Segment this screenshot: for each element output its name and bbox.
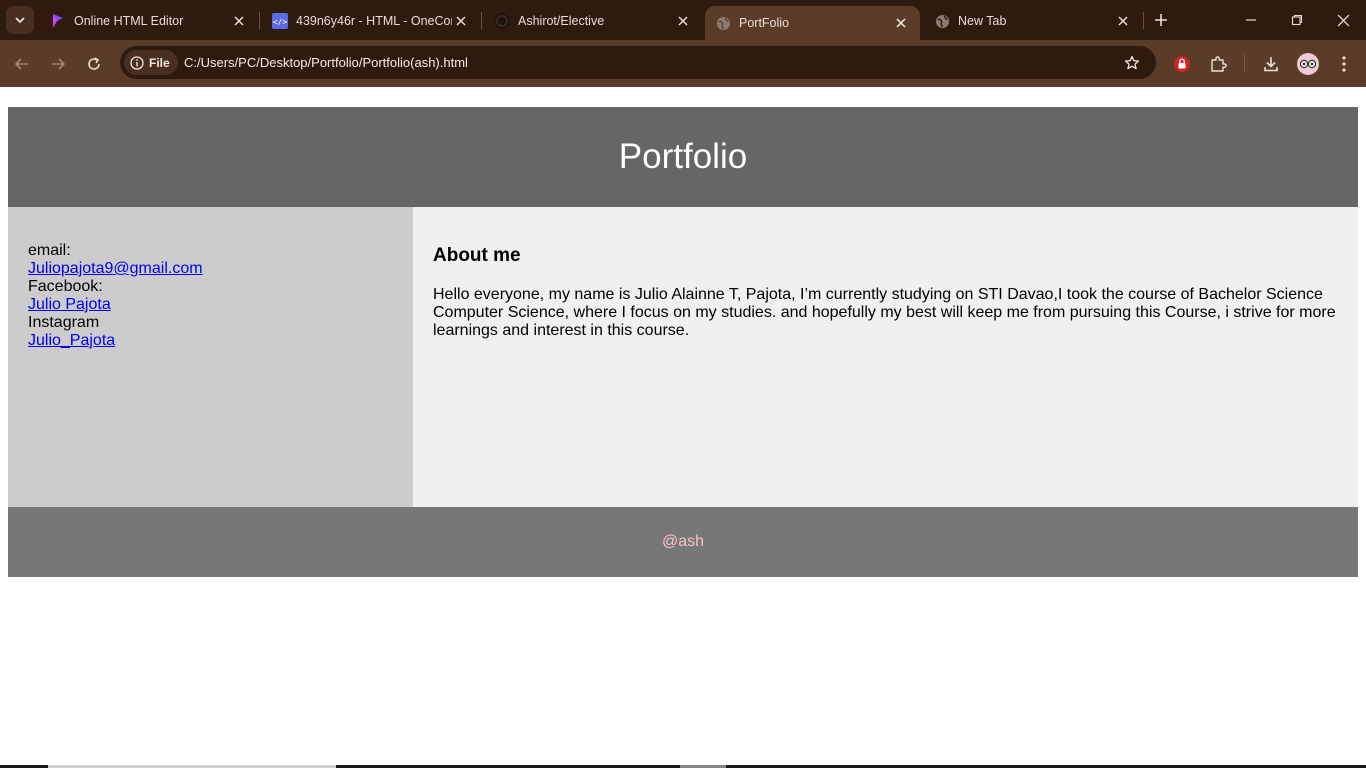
tab-divider — [1143, 12, 1144, 29]
close-icon[interactable] — [452, 12, 470, 30]
tab-new-tab[interactable]: New Tab — [928, 6, 1138, 36]
tab-title: 439n6y46r - HTML - OneCompiler — [296, 14, 452, 28]
tab-title: Ashirot/Elective — [518, 14, 605, 28]
url-text[interactable]: C:/Users/PC/Desktop/Portfolio/Portfolio(… — [184, 55, 468, 70]
onecompiler-icon: </> — [272, 13, 288, 29]
extension-lock-button[interactable] — [1170, 52, 1194, 76]
toolbar-divider — [1244, 54, 1245, 72]
more-vertical-icon — [1342, 56, 1346, 72]
glasses-avatar-icon — [1299, 59, 1317, 69]
page-title: Portfolio — [618, 137, 748, 176]
globe-icon — [934, 13, 950, 29]
page-footer: @ash — [8, 507, 1358, 577]
tab-search-button[interactable] — [6, 6, 34, 34]
tab-title: New Tab — [958, 14, 1007, 28]
email-link[interactable]: Juliopajota9@gmail.com — [28, 260, 393, 278]
github-icon — [494, 13, 510, 29]
extensions-button[interactable] — [1206, 52, 1230, 76]
close-icon[interactable] — [892, 14, 910, 32]
restore-icon — [1291, 14, 1303, 26]
about-section: About me Hello everyone, my name is Juli… — [413, 207, 1358, 507]
star-icon — [1124, 55, 1140, 70]
arrow-left-icon — [14, 58, 28, 70]
arrow-right-icon — [52, 58, 66, 70]
downloads-button[interactable] — [1259, 52, 1283, 76]
svg-text:</>: </> — [273, 18, 288, 27]
close-window-button[interactable] — [1331, 8, 1355, 32]
tab-title: PortFolio — [739, 16, 790, 30]
back-button[interactable] — [10, 52, 34, 76]
page-body: email: Juliopajota9@gmail.com Facebook: … — [8, 207, 1358, 507]
portfolio-page: Portfolio email: Juliopajota9@gmail.com … — [8, 107, 1358, 577]
contact-sidebar: email: Juliopajota9@gmail.com Facebook: … — [8, 207, 413, 507]
tab-github-elective[interactable]: Ashirot/Elective — [488, 6, 698, 36]
close-icon[interactable] — [674, 12, 692, 30]
profile-button[interactable] — [1296, 52, 1320, 76]
address-bar[interactable]: File C:/Users/PC/Desktop/Portfolio/Portf… — [120, 46, 1156, 79]
tab-onecompiler[interactable]: </> 439n6y46r - HTML - OneCompiler — [266, 6, 476, 36]
browser-menu-button[interactable] — [1332, 52, 1356, 76]
facebook-label: Facebook: — [28, 278, 103, 295]
playcode-icon — [50, 13, 66, 29]
bookmark-button[interactable] — [1122, 53, 1142, 73]
download-icon — [1264, 57, 1278, 72]
reload-button[interactable] — [82, 52, 106, 76]
about-heading: About me — [433, 245, 521, 266]
tab-title: Online HTML Editor — [74, 14, 184, 28]
footer-text: @ash — [661, 533, 705, 550]
tab-portfolio[interactable]: PortFolio — [705, 6, 920, 40]
close-icon[interactable] — [230, 12, 248, 30]
tab-online-html-editor[interactable]: Online HTML Editor — [44, 6, 254, 36]
about-text: Hello everyone, my name is Julio Alainne… — [433, 286, 1336, 339]
globe-icon — [715, 15, 731, 31]
minimize-button[interactable] — [1239, 8, 1263, 32]
close-icon[interactable] — [1114, 12, 1132, 30]
new-tab-button[interactable] — [1151, 10, 1171, 30]
tab-strip: Online HTML Editor </> 439n6y46r - HTML … — [0, 0, 1366, 40]
tab-divider — [481, 12, 482, 29]
page-header: Portfolio — [8, 107, 1358, 207]
reload-icon — [88, 57, 100, 70]
site-info-chip[interactable]: File — [124, 50, 178, 75]
instagram-link[interactable]: Julio_Pajota — [28, 332, 393, 350]
browser-toolbar: File C:/Users/PC/Desktop/Portfolio/Portf… — [0, 40, 1366, 87]
info-icon — [130, 55, 144, 70]
puzzle-icon — [1211, 56, 1227, 72]
lock-extension-icon — [1174, 56, 1190, 72]
forward-button[interactable] — [46, 52, 70, 76]
facebook-link[interactable]: Julio Pajota — [28, 296, 393, 314]
restore-button[interactable] — [1285, 8, 1309, 32]
close-icon — [1337, 14, 1349, 26]
plus-icon — [1155, 14, 1167, 26]
tab-divider — [259, 12, 260, 29]
minimize-icon — [1246, 19, 1256, 21]
email-label: email: — [28, 242, 71, 259]
instagram-label: Instagram — [28, 314, 100, 331]
avatar — [1297, 53, 1319, 75]
chevron-down-icon — [15, 17, 25, 24]
site-info-label: File — [149, 55, 170, 70]
